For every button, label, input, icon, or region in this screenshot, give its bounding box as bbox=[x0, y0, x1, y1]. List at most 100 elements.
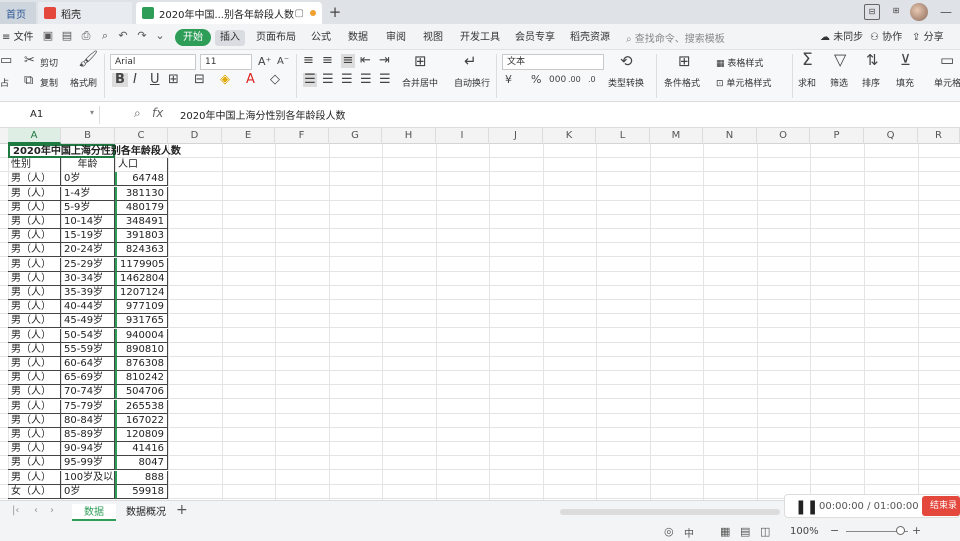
age-cell[interactable]: 20-24岁 bbox=[61, 243, 115, 258]
population-cell[interactable]: 824363 bbox=[115, 243, 168, 258]
command-search-box[interactable]: ⌕ 查找命令、搜索模板 bbox=[626, 30, 725, 45]
age-cell[interactable]: 95-99岁 bbox=[61, 456, 115, 471]
conditional-format-button[interactable]: 条件格式 bbox=[664, 76, 700, 89]
font-size-select[interactable]: 11 bbox=[200, 54, 252, 70]
percent-icon[interactable]: % bbox=[531, 73, 541, 87]
population-cell[interactable]: 504706 bbox=[115, 385, 168, 400]
sheet-next-icon[interactable]: › bbox=[50, 505, 54, 516]
type-convert-button[interactable]: 类型转换 bbox=[608, 76, 644, 89]
font-color-icon[interactable]: A bbox=[246, 73, 255, 87]
table-row[interactable]: 男（人） 45-49岁 931765 bbox=[0, 314, 960, 329]
gender-cell[interactable]: 男（人） bbox=[8, 200, 61, 215]
merge-center-icon[interactable]: ⊞ bbox=[414, 54, 427, 69]
zoom-in-icon[interactable]: + bbox=[912, 524, 921, 537]
convert-icon[interactable]: ⟲ bbox=[620, 54, 633, 69]
age-cell[interactable]: 30-34岁 bbox=[61, 271, 115, 286]
sheet-first-icon[interactable]: |‹ bbox=[12, 505, 19, 516]
menu-developer[interactable]: 开发工具 bbox=[460, 30, 500, 46]
population-cell[interactable]: 890810 bbox=[115, 342, 168, 357]
population-cell[interactable]: 876308 bbox=[115, 357, 168, 371]
align-bottom-icon[interactable]: ≡ bbox=[341, 54, 355, 68]
print-icon[interactable]: ⎙ bbox=[80, 30, 92, 42]
table-row[interactable]: 男（人） 90-94岁 41416 bbox=[0, 442, 960, 457]
menu-formulas[interactable]: 公式 bbox=[311, 30, 331, 46]
header-row[interactable]: 性别 年龄 人口 bbox=[0, 158, 960, 173]
page-layout-view-icon[interactable]: ▤ bbox=[740, 525, 750, 538]
conditional-format-icon[interactable]: ⊞ bbox=[678, 54, 691, 69]
gender-cell[interactable]: 男（人） bbox=[8, 186, 61, 201]
gender-cell[interactable]: 男（人） bbox=[8, 172, 61, 187]
zoom-out-icon[interactable]: − bbox=[830, 524, 839, 537]
column-header-p[interactable]: P bbox=[810, 128, 864, 144]
population-cell[interactable]: 940004 bbox=[115, 328, 168, 343]
gender-cell[interactable]: 男（人） bbox=[8, 342, 61, 357]
population-cell[interactable]: 1207124 bbox=[115, 286, 168, 300]
age-cell[interactable]: 80-84岁 bbox=[61, 413, 115, 428]
age-cell[interactable]: 40-44岁 bbox=[61, 300, 115, 315]
gender-cell[interactable]: 男（人） bbox=[8, 243, 61, 258]
column-header-k[interactable]: K bbox=[543, 128, 596, 144]
column-header-q[interactable]: Q bbox=[864, 128, 918, 144]
population-cell[interactable]: 1462804 bbox=[115, 271, 168, 286]
tab-daoke[interactable]: 稻壳 bbox=[38, 2, 132, 24]
column-header-d[interactable]: D bbox=[168, 128, 222, 144]
table-row[interactable]: 男（人） 15-19岁 391803 bbox=[0, 229, 960, 244]
column-header-m[interactable]: M bbox=[650, 128, 703, 144]
brush-icon[interactable]: 🖌 bbox=[78, 51, 98, 67]
align-left-icon[interactable]: ☰ bbox=[303, 73, 317, 87]
apps-grid-icon[interactable]: ⊞ bbox=[888, 4, 904, 20]
fill-color-icon[interactable]: ◈ bbox=[220, 73, 230, 87]
table-row[interactable]: 男（人） 70-74岁 504706 bbox=[0, 385, 960, 400]
age-cell[interactable]: 25-29岁 bbox=[61, 257, 115, 272]
cell-style-button[interactable]: ⊡ 单元格样式 bbox=[716, 76, 771, 89]
stop-recording-button[interactable]: 结束录 bbox=[922, 496, 960, 516]
font-name-select[interactable]: Arial bbox=[110, 54, 196, 70]
gender-cell[interactable]: 男（人） bbox=[8, 399, 61, 414]
zoom-slider-handle[interactable] bbox=[896, 526, 905, 535]
fill-icon[interactable]: ⊻ bbox=[900, 53, 911, 68]
format-painter-button[interactable]: 格式刷 bbox=[70, 76, 97, 89]
age-cell[interactable]: 50-54岁 bbox=[61, 328, 115, 343]
wrap-text-button[interactable]: 自动换行 bbox=[454, 76, 490, 89]
population-cell[interactable]: 1179905 bbox=[115, 257, 168, 272]
menu-daoke-resources[interactable]: 稻壳资源 bbox=[570, 30, 610, 46]
title-row[interactable]: 2020年中国上海分性别各年龄段人数 bbox=[0, 144, 960, 158]
table-row[interactable]: 男（人） 20-24岁 824363 bbox=[0, 243, 960, 258]
eye-protect-icon[interactable]: ◎ bbox=[664, 525, 674, 538]
align-top-icon[interactable]: ≡ bbox=[303, 54, 314, 68]
population-cell[interactable]: 167022 bbox=[115, 413, 168, 428]
column-header-l[interactable]: L bbox=[596, 128, 650, 144]
tab-pin-icon[interactable]: ▢ bbox=[295, 8, 304, 19]
gender-cell[interactable]: 男（人） bbox=[8, 300, 61, 315]
align-center-icon[interactable]: ☰ bbox=[322, 73, 334, 87]
age-cell[interactable]: 35-39岁 bbox=[61, 286, 115, 300]
gender-cell[interactable]: 男（人） bbox=[8, 428, 61, 442]
population-cell[interactable]: 120809 bbox=[115, 428, 168, 442]
menu-page-layout[interactable]: 页面布局 bbox=[256, 30, 296, 46]
wrap-text-icon[interactable]: ↵ bbox=[464, 54, 477, 69]
age-cell[interactable]: 0岁 bbox=[61, 172, 115, 187]
normal-view-icon[interactable]: ▦ bbox=[720, 525, 730, 538]
align-middle-icon[interactable]: ≡ bbox=[322, 54, 333, 68]
share-button[interactable]: ⇪ 分享 bbox=[912, 30, 944, 46]
population-cell[interactable]: 41416 bbox=[115, 442, 168, 457]
age-cell[interactable]: 0岁 bbox=[61, 484, 115, 499]
table-row[interactable]: 男（人） 30-34岁 1462804 bbox=[0, 271, 960, 286]
paste-icon[interactable]: ▭ bbox=[0, 54, 12, 68]
table-row[interactable]: 男（人） 65-69岁 810242 bbox=[0, 371, 960, 386]
export-pdf-icon[interactable]: ▤ bbox=[61, 30, 73, 42]
table-row[interactable]: 男（人） 50-54岁 940004 bbox=[0, 328, 960, 343]
column-header-g[interactable]: G bbox=[329, 128, 382, 144]
copy-button[interactable]: 复制 bbox=[40, 76, 58, 89]
age-cell[interactable]: 60-64岁 bbox=[61, 357, 115, 371]
gender-cell[interactable]: 男（人） bbox=[8, 314, 61, 329]
population-cell[interactable]: 348491 bbox=[115, 215, 168, 229]
column-header-h[interactable]: H bbox=[382, 128, 436, 144]
thousands-icon[interactable]: 000 bbox=[549, 73, 566, 87]
age-cell[interactable]: 1-4岁 bbox=[61, 186, 115, 201]
age-cell[interactable]: 85-89岁 bbox=[61, 428, 115, 442]
paste-label[interactable]: 占 bbox=[0, 76, 9, 89]
copy-icon[interactable]: ⧉ bbox=[24, 74, 33, 88]
table-row[interactable]: 男（人） 5-9岁 480179 bbox=[0, 200, 960, 215]
tab-home[interactable]: 首页 bbox=[0, 2, 36, 24]
